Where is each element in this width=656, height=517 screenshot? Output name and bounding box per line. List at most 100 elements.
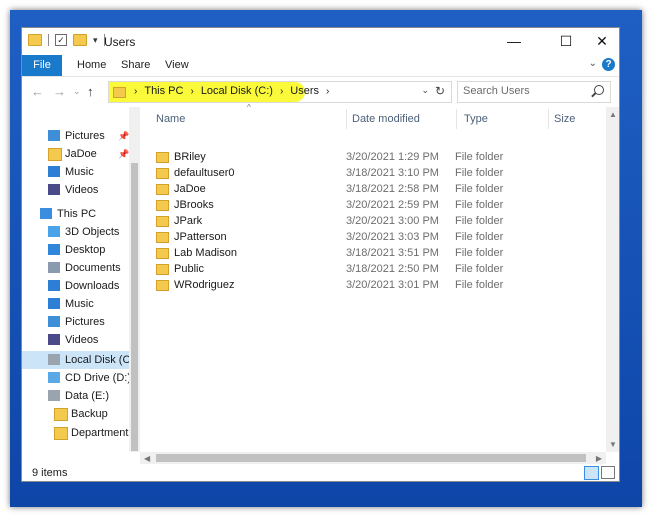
file-name: defaultuser0: [174, 167, 235, 179]
nav-item-label: Backup: [71, 408, 108, 420]
nav-item[interactable]: Desktop: [22, 241, 130, 259]
details-view-icon[interactable]: [584, 466, 599, 480]
nav-item[interactable]: Backup: [22, 405, 130, 423]
file-date: 3/20/2021 3:03 PM: [346, 231, 439, 243]
nav-item-label: This PC: [57, 208, 97, 220]
customize-toolbar-icon[interactable]: ▾: [93, 35, 98, 46]
nav-item[interactable]: Data (E:): [22, 387, 130, 405]
chevron-right-icon[interactable]: ›: [326, 86, 329, 97]
table-row[interactable]: JPark 3/20/2021 3:00 PM File folder: [150, 214, 570, 230]
column-divider[interactable]: [456, 109, 457, 129]
nav-item[interactable]: Network: [22, 449, 130, 452]
scroll-down-icon[interactable]: ▼: [609, 440, 617, 449]
nav-item[interactable]: Pictures 📌: [22, 127, 130, 145]
file-type: File folder: [455, 199, 504, 211]
pin-icon: 📌: [118, 131, 130, 141]
computer-icon: [40, 208, 52, 219]
scroll-left-icon[interactable]: ◀: [144, 454, 150, 463]
videos-icon: [48, 334, 60, 345]
scrollbar-thumb[interactable]: [131, 163, 138, 451]
column-divider[interactable]: [346, 109, 347, 129]
nav-item-label: Documents: [65, 262, 121, 274]
file-date: 3/20/2021 3:00 PM: [346, 215, 439, 227]
refresh-icon[interactable]: ↻: [435, 84, 445, 98]
breadcrumb-this-pc[interactable]: This PC: [144, 85, 183, 97]
properties-icon[interactable]: ✓: [55, 34, 67, 46]
folder-icon: [156, 216, 169, 227]
vertical-scrollbar[interactable]: ▲ ▼: [606, 107, 619, 452]
back-icon[interactable]: ←: [31, 84, 44, 99]
tab-share[interactable]: Share: [121, 55, 150, 76]
tab-home[interactable]: Home: [77, 55, 106, 76]
forward-icon[interactable]: →: [53, 84, 66, 99]
nav-item[interactable]: Downloads: [22, 277, 130, 295]
pin-icon: 📌: [118, 149, 130, 159]
breadcrumb-users[interactable]: Users: [290, 85, 319, 97]
horizontal-scrollbar[interactable]: ◀ ▶: [140, 452, 606, 464]
breadcrumb-local-disk[interactable]: Local Disk (C:): [201, 85, 273, 97]
minimize-button[interactable]: —: [497, 28, 531, 55]
table-row[interactable]: Lab Madison 3/18/2021 3:51 PM File folder: [150, 246, 570, 262]
file-name: JPatterson: [174, 231, 227, 243]
scrollbar-thumb[interactable]: [156, 454, 586, 462]
nav-item[interactable]: Pictures: [22, 313, 130, 331]
table-row[interactable]: JaDoe 3/18/2021 2:58 PM File folder: [150, 182, 570, 198]
folder-icon: [156, 264, 169, 275]
chevron-right-icon[interactable]: ›: [190, 86, 193, 97]
column-date-modified[interactable]: Date modified: [352, 113, 420, 125]
help-icon[interactable]: ?: [602, 58, 615, 71]
address-dropdown-icon[interactable]: ⌄: [421, 85, 429, 96]
recent-locations-icon[interactable]: ⌄: [73, 86, 81, 97]
folder-icon: [156, 280, 169, 291]
column-type[interactable]: Type: [464, 113, 488, 125]
search-icon[interactable]: [594, 85, 604, 95]
column-name[interactable]: Name: [156, 113, 185, 125]
file-date: 3/18/2021 2:50 PM: [346, 263, 439, 275]
nav-item[interactable]: Music: [22, 295, 130, 313]
search-box[interactable]: [457, 81, 611, 103]
chevron-right-icon[interactable]: ›: [134, 86, 137, 97]
table-row[interactable]: Public 3/18/2021 2:50 PM File folder: [150, 262, 570, 278]
maximize-button[interactable]: ☐: [549, 28, 583, 55]
folder-icon: [54, 427, 68, 440]
chevron-right-icon[interactable]: ›: [280, 86, 283, 97]
nav-item[interactable]: 3D Objects: [22, 223, 130, 241]
new-folder-icon[interactable]: [73, 34, 87, 46]
nav-item-label: Network: [57, 449, 97, 452]
tab-view[interactable]: View: [165, 55, 189, 76]
table-row[interactable]: defaultuser0 3/18/2021 3:10 PM File folder: [150, 166, 570, 182]
file-name: WRodriguez: [174, 279, 235, 291]
nav-item[interactable]: CD Drive (D:) CP: [22, 369, 140, 387]
file-list: ^ Name Date modified Type Size BRiley 3/2…: [140, 103, 619, 452]
tab-file[interactable]: File: [22, 55, 62, 76]
up-icon[interactable]: ↑: [87, 84, 94, 99]
nav-item[interactable]: JaDoe 📌: [22, 145, 130, 163]
nav-item[interactable]: Documents: [22, 259, 130, 277]
column-headers: ^ Name Date modified Type Size: [140, 103, 619, 131]
column-size[interactable]: Size: [554, 113, 575, 125]
column-divider[interactable]: [548, 109, 549, 129]
nav-item[interactable]: Local Disk (C:): [22, 351, 137, 369]
table-row[interactable]: JPatterson 3/20/2021 3:03 PM File folder: [150, 230, 570, 246]
search-input[interactable]: [463, 85, 583, 97]
drive-icon: [48, 354, 60, 365]
nav-item[interactable]: This PC: [22, 205, 130, 223]
nav-item-label: Music: [65, 298, 94, 310]
folder-icon: [48, 148, 62, 161]
nav-item[interactable]: Music: [22, 163, 130, 181]
large-icons-view-icon[interactable]: [601, 466, 615, 479]
nav-item[interactable]: Videos: [22, 181, 130, 199]
nav-item-label: 3D Objects: [65, 226, 120, 238]
nav-item[interactable]: Department: [22, 424, 130, 442]
scroll-up-icon[interactable]: ▲: [609, 110, 617, 119]
address-bar[interactable]: › This PC › Local Disk (C:) › Users › ⌄ …: [108, 81, 452, 103]
scroll-right-icon[interactable]: ▶: [596, 454, 602, 463]
table-row[interactable]: WRodriguez 3/20/2021 3:01 PM File folder: [150, 278, 570, 294]
nav-item[interactable]: Videos: [22, 331, 130, 349]
navigation-scrollbar[interactable]: [129, 107, 140, 452]
close-button[interactable]: ✕: [585, 28, 619, 55]
expand-ribbon-icon[interactable]: ⌄: [589, 58, 597, 69]
drive-icon: [48, 390, 60, 401]
table-row[interactable]: JBrooks 3/20/2021 2:59 PM File folder: [150, 198, 570, 214]
table-row[interactable]: BRiley 3/20/2021 1:29 PM File folder: [150, 150, 570, 166]
